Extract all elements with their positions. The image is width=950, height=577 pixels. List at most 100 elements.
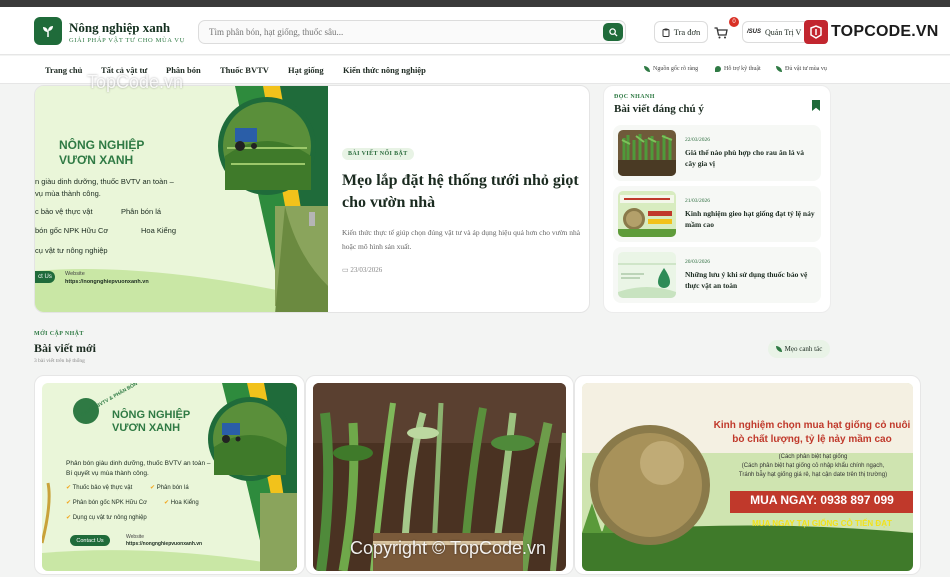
card1-banner-tagline-line2: Bí quyết vụ mùa thành công. <box>66 470 149 477</box>
order-lookup-label: Tra đơn <box>673 27 701 37</box>
card3-headline-line2: bò chất lượng, tỷ lệ nảy mầm cao <box>732 434 892 445</box>
featured-banner-feature-3: bón gốc NPK Hữu Cơ <box>35 226 109 235</box>
sidebar-post-date: 22/03/2026 <box>685 137 711 143</box>
card1-banner-title-line2: VƯƠN XANH <box>112 422 181 434</box>
badge-supplies-label: Đủ vật tư mùa vụ <box>785 66 827 72</box>
card1-feature-4: ✔ Hoa Kiểng <box>164 499 199 506</box>
cart-button[interactable]: 0 <box>714 17 739 43</box>
sprout-icon <box>43 26 53 37</box>
nav-item-seeds[interactable]: Hạt giống <box>288 65 324 75</box>
badge-support: Hỗ trợ kỹ thuật <box>715 66 761 72</box>
featured-article-date-text: 23/03/2026 <box>350 266 383 274</box>
drop-icon <box>715 66 721 72</box>
farming-tips-chip[interactable]: Mẹo canh tác <box>768 340 830 358</box>
admin-account-button[interactable]: /SUS Quản Trị V <box>742 21 812 43</box>
sidebar-post-thumbnail[interactable] <box>618 191 676 237</box>
featured-banner-website: Website https://nongnghiepvuonxanh.vn <box>65 270 149 286</box>
topcode-badge-icon <box>804 20 828 44</box>
search-button[interactable] <box>603 23 623 41</box>
card3-subtitle: (Cách phân biệt hạt giống (Cách phân biệ… <box>718 453 908 480</box>
card1-feature-3-label: Phân bón gốc NPK Hữu Cơ <box>72 500 148 506</box>
card1-feature-5-label: Dụng cụ vật tư nông nghiệp <box>72 515 147 521</box>
latest-subtitle: 3 bài viết trên hệ thống <box>34 358 85 364</box>
leaf-icon <box>775 346 782 352</box>
card1-banner-tagline-line1: Phân bón giàu dinh dưỡng, thuốc BVTV an … <box>66 460 211 467</box>
latest-article-card[interactable]: THUỐC BVTV & PHÂN BÓN NÔNG NGHIỆP VƯƠN X… <box>34 375 305 575</box>
featured-banner-tagline-line1: n giàu dinh dưỡng, thuốc BVTV an toàn – <box>35 177 174 186</box>
card1-website-label: Website <box>126 534 144 540</box>
sidebar-post-thumbnail[interactable] <box>618 130 676 176</box>
calendar-icon: ▭ <box>342 266 349 274</box>
nav-item-pesticide[interactable]: Thuốc BVTV <box>220 65 269 75</box>
sidebar-title: Bài viết đáng chú ý <box>614 103 704 115</box>
badge-origin-label: Nguồn gốc rõ ràng <box>653 66 699 72</box>
featured-article-title[interactable]: Mẹo lắp đặt hệ thống tưới nhỏ giọt cho v… <box>342 170 582 214</box>
sidebar-post-date: 20/03/2026 <box>685 259 711 265</box>
sidebar-post-title[interactable]: Kinh nghiệm gieo hạt giống đạt tỷ lệ nảy… <box>685 208 815 230</box>
featured-article-description: Kiến thức thực tế giúp chọn đúng vật tư … <box>342 228 581 251</box>
featured-pill: BÀI VIẾT NỔI BẬT <box>342 148 414 160</box>
search-input[interactable] <box>199 21 589 43</box>
card3-cta: MUA NGAY TẠI GIỐNG CỎ TIẾN ĐẠT <box>752 519 892 528</box>
card1-feature-1-label: Thuốc bảo vệ thực vật <box>72 485 133 491</box>
topcode-watermark-text: TOPCODE.VN <box>831 23 939 40</box>
sidebar-post-date: 21/03/2026 <box>685 198 711 204</box>
topcode-watermark-logo: TOPCODE.VN <box>804 19 939 45</box>
brand-logo[interactable] <box>34 17 62 45</box>
cart-icon <box>714 27 728 39</box>
featured-banner-website-url: https://nongnghiepvuonxanh.vn <box>65 279 149 285</box>
featured-banner-website-label: Website <box>65 271 85 277</box>
card1-feature-4-label: Hoa Kiểng <box>170 500 199 506</box>
top-strip <box>0 0 950 7</box>
check-icon: ✔ <box>164 500 171 506</box>
latest-article-card[interactable]: Kinh nghiệm chọn mua hạt giống cỏ nuôi b… <box>574 375 921 575</box>
leaf-icon <box>644 66 650 72</box>
badge-origin: Nguồn gốc rõ ràng <box>644 66 698 72</box>
card1-website-url: https://nongnghiepvuonxanh.vn <box>126 541 203 547</box>
featured-article-card[interactable]: NÔNG NGHIỆP VƯƠN XANH n giàu dinh dưỡng,… <box>34 85 590 313</box>
card1-banner-title-line1: NÔNG NGHIỆP <box>112 409 191 421</box>
card1-banner-title: NÔNG NGHIỆP VƯƠN XANH <box>112 409 190 435</box>
featured-banner-feature-2: Phân bón lá <box>121 207 162 216</box>
sidebar-post-title[interactable]: Những lưu ý khi sử dụng thuốc bảo vệ thự… <box>685 269 815 291</box>
card3-headline-line1: Kinh nghiệm chọn mua hạt giống cỏ nuôi <box>713 420 911 431</box>
sidebar-post-card[interactable]: 21/03/2026 Kinh nghiệm gieo hạt giống đạ… <box>613 186 821 242</box>
brand-name[interactable]: Nông nghiệp xanh <box>69 20 170 36</box>
card1-feature-1: ✔ Thuốc bảo vệ thực vật <box>66 484 132 491</box>
topcode-watermark-top: TopCode.vn <box>87 72 184 92</box>
featured-banner-title-line2: VƯƠN XANH <box>59 153 134 167</box>
check-icon: ✔ <box>150 485 157 491</box>
featured-article-image[interactable]: NÔNG NGHIỆP VƯƠN XANH n giàu dinh dưỡng,… <box>35 86 328 312</box>
card3-headline: Kinh nghiệm chọn mua hạt giống cỏ nuôi b… <box>712 419 912 447</box>
featured-banner-contact-button: ct Us <box>35 271 55 283</box>
sidebar-post-card[interactable]: 22/03/2026 Giá thể nào phù hợp cho rau ă… <box>613 125 821 181</box>
nav-item-home[interactable]: Trang chủ <box>45 65 82 75</box>
featured-banner-tagline-line2: vụ mùa thành công. <box>35 189 101 198</box>
card3-subtitle-line3: Tránh bẫy hạt giống giá rẻ, hạt cận date… <box>738 472 888 478</box>
order-lookup-button[interactable]: Tra đơn <box>654 21 708 43</box>
card3-subtitle-line2: (Cách phân biệt hạt giống cỏ nhập khẩu c… <box>741 463 885 469</box>
nav-item-knowledge[interactable]: Kiến thức nông nghiệp <box>343 65 426 75</box>
card3-phone: MUA NGAY: 0938 897 099 <box>750 493 894 507</box>
cart-count-badge: 0 <box>729 17 739 27</box>
search-bar <box>198 20 626 44</box>
check-icon: ✔ <box>66 500 73 506</box>
latest-article-image[interactable]: Kinh nghiệm chọn mua hạt giống cỏ nuôi b… <box>582 383 913 571</box>
sidebar-post-title[interactable]: Giá thể nào phù hợp cho rau ăn lá và cây… <box>685 147 815 169</box>
search-icon <box>608 27 618 37</box>
card1-banner-tagline: Phân bón giàu dinh dưỡng, thuốc BVTV an … <box>66 459 211 479</box>
latest-title: Bài viết mới <box>34 341 96 355</box>
latest-article-image[interactable]: THUỐC BVTV & PHÂN BÓN NÔNG NGHIỆP VƯƠN X… <box>42 383 297 571</box>
card3-subtitle-line1: (Cách phân biệt hạt giống <box>778 454 848 460</box>
featured-banner-feature-1: c bảo vệ thực vật <box>35 207 93 216</box>
featured-banner-title: NÔNG NGHIỆP VƯƠN XANH <box>59 138 144 168</box>
site-header: Nông nghiệp xanh GIẢI PHÁP VẬT TƯ CHO MÙ… <box>0 7 950 55</box>
sidebar-kicker: ĐỌC NHANH <box>614 94 655 100</box>
sidebar-post-thumbnail[interactable] <box>618 252 676 298</box>
badge-support-label: Hỗ trợ kỹ thuật <box>724 66 761 72</box>
card1-website: Website https://nongnghiepvuonxanh.vn <box>126 534 202 548</box>
featured-article-date: ▭ 23/03/2026 <box>342 266 582 274</box>
sidebar-post-card[interactable]: 20/03/2026 Những lưu ý khi sử dụng thuốc… <box>613 247 821 303</box>
featured-banner-title-line1: NÔNG NGHIỆP <box>59 138 145 152</box>
featured-banner-tagline: n giàu dinh dưỡng, thuốc BVTV an toàn – … <box>35 176 174 200</box>
